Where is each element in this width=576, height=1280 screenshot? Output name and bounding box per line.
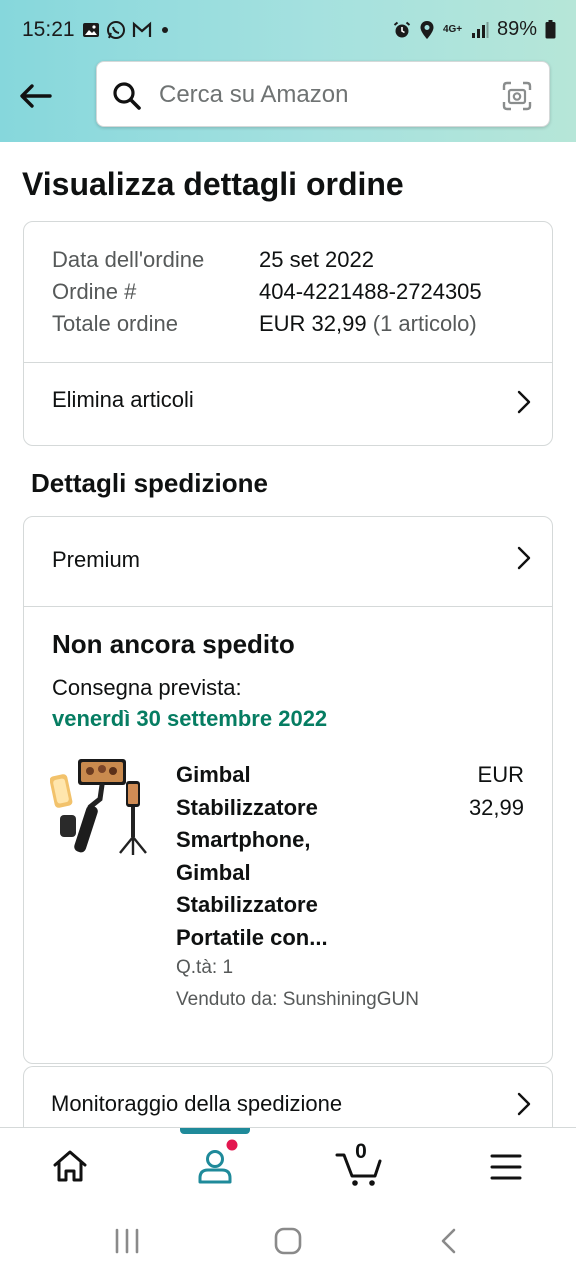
battery-level: 89% [496, 18, 537, 40]
camera-scan-icon[interactable] [501, 80, 533, 112]
order-number-value: 404-4221488-2724305 [259, 279, 482, 304]
product-title-link[interactable]: Gimbal Stabilizzatore Smartphone, Gimbal… [176, 759, 376, 954]
whatsapp-icon [107, 21, 125, 39]
menu-icon [490, 1154, 522, 1180]
divider [24, 606, 552, 607]
status-time: 15:21 [22, 18, 75, 41]
order-date-label: Data dell'ordine [52, 247, 205, 272]
bottom-navigation: 0 [0, 1127, 576, 1205]
system-navigation-bar [0, 1204, 576, 1280]
back-button[interactable] [16, 76, 56, 116]
nav-menu[interactable] [466, 1128, 546, 1204]
order-date-value: 25 set 2022 [259, 247, 374, 272]
price-currency: EUR [477, 762, 524, 787]
battery-icon [545, 20, 556, 39]
recent-apps-icon[interactable] [110, 1224, 144, 1258]
home-button-icon[interactable] [271, 1224, 305, 1258]
shipping-method-link[interactable]: Premium [24, 517, 552, 606]
page-title: Visualizza dettagli ordine [22, 166, 404, 202]
search-icon [113, 82, 141, 110]
nav-cart[interactable]: 0 [320, 1128, 400, 1204]
shipping-method-label: Premium [52, 547, 141, 572]
order-total-amount: EUR 32,99 [259, 311, 367, 336]
app-header: 15:21 4G+ 89% [0, 0, 576, 142]
arrow-left-icon [20, 84, 52, 108]
delivery-label: Consegna prevista: [52, 675, 242, 700]
alarm-icon [393, 21, 411, 37]
price-value: 32,99 [468, 794, 524, 820]
nav-home[interactable] [30, 1128, 110, 1204]
location-icon [420, 20, 434, 39]
cart-count: 0 [355, 1140, 367, 1163]
order-number-label: Ordine # [52, 279, 137, 304]
tracking-label: Monitoraggio della spedizione [51, 1091, 343, 1116]
order-total-value: EUR 32,99 (1 articolo) [259, 311, 477, 337]
account-icon [198, 1139, 238, 1184]
shipment-card: Premium Non ancora spedito Consegna prev… [23, 516, 553, 1064]
shipping-section-title: Dettagli spedizione [31, 468, 268, 498]
nav-account[interactable] [175, 1128, 255, 1204]
order-total-label: Totale ordine [52, 311, 178, 336]
product-seller: Venduto da: SunshiningGUN [176, 989, 419, 1010]
system-back-icon[interactable] [432, 1224, 466, 1258]
status-bar: 15:21 4G+ 89% [0, 0, 576, 64]
product-image[interactable] [50, 757, 160, 867]
search-input[interactable] [157, 74, 491, 116]
gmail-icon [132, 21, 152, 37]
chevron-right-icon [517, 390, 531, 414]
signal-icon [471, 21, 489, 38]
product-price: EUR 32,99 [469, 759, 524, 824]
gallery-icon [83, 23, 99, 37]
notification-dot-icon [162, 27, 168, 33]
delivery-date: venerdì 30 settembre 2022 [52, 706, 328, 731]
network-type: 4G+ [442, 23, 463, 35]
delete-items-label: Elimina articoli [52, 387, 194, 412]
search-bar[interactable] [96, 61, 550, 127]
order-summary-card: Data dell'ordine 25 set 2022 Ordine # 40… [23, 221, 553, 446]
chevron-right-icon [517, 1092, 531, 1116]
home-icon [53, 1150, 87, 1182]
shipment-status: Non ancora spedito [52, 629, 295, 659]
product-quantity: Q.tà: 1 [176, 957, 234, 978]
delete-items-link[interactable]: Elimina articoli [24, 363, 552, 443]
order-total-items: (1 articolo) [372, 311, 477, 336]
chevron-right-icon [517, 546, 531, 570]
